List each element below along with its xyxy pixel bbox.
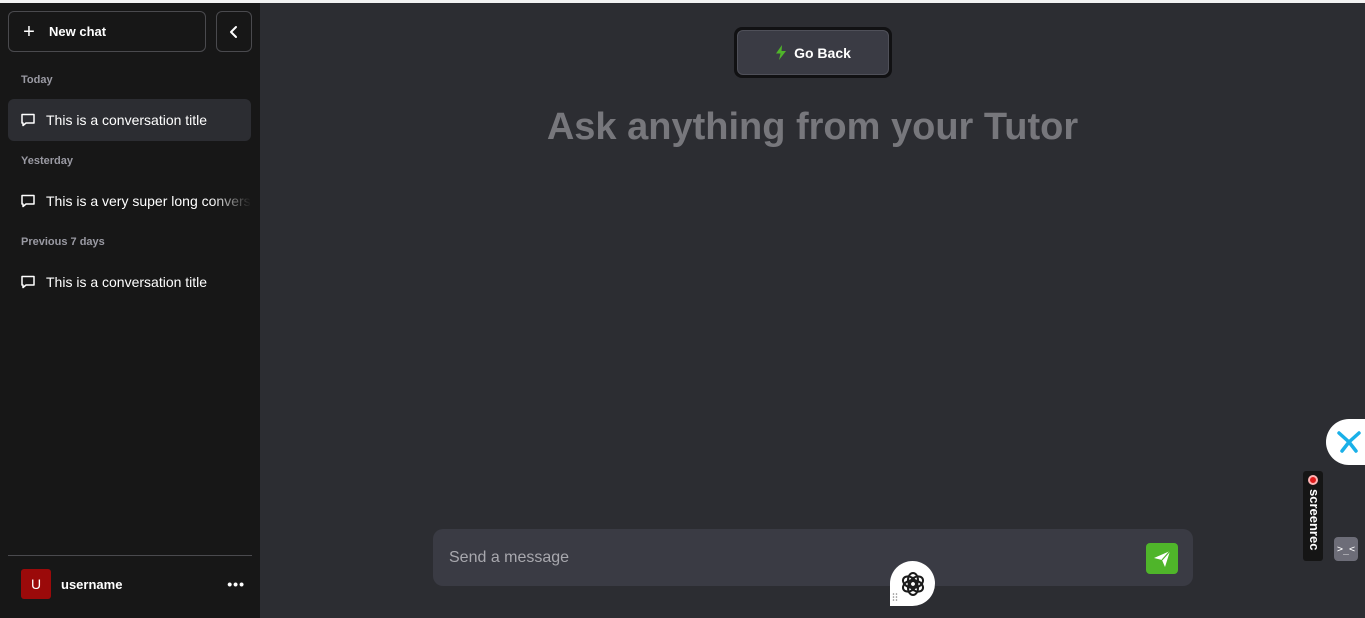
drag-handle-icon[interactable] — [892, 593, 898, 601]
go-back-container: Go Back — [734, 27, 892, 78]
message-composer — [433, 529, 1193, 586]
section-label-previous-7-days: Previous 7 days — [21, 236, 105, 248]
chat-bubble-icon — [21, 194, 35, 208]
conversation-item[interactable]: This is a conversation title — [8, 99, 251, 141]
record-dot-icon — [1308, 475, 1318, 485]
conversation-item[interactable]: This is a conversation title — [8, 261, 251, 303]
sidebar-divider — [8, 555, 252, 556]
collapse-sidebar-button[interactable] — [216, 11, 252, 52]
text-fade-overlay — [211, 180, 251, 222]
screenrec-widget[interactable]: screenrec — [1303, 471, 1323, 561]
new-chat-label: New chat — [49, 24, 107, 39]
avatar: U — [21, 569, 51, 599]
face-icon[interactable]: >_< — [1334, 537, 1358, 561]
screenrec-label: screenrec — [1307, 489, 1322, 551]
chevron-left-icon — [230, 25, 237, 38]
sidebar: + New chat Today This is a conversation … — [0, 3, 260, 618]
send-button[interactable] — [1146, 543, 1178, 574]
more-options-button[interactable]: ••• — [227, 576, 245, 592]
chat-bubble-icon — [21, 113, 35, 127]
conversation-title: This is a conversation title — [46, 112, 208, 128]
butterfly-icon — [1336, 431, 1361, 453]
page-heading: Ask anything from your Tutor — [546, 106, 1079, 148]
username-label: username — [61, 576, 123, 592]
openai-logo-icon — [901, 571, 924, 596]
conversation-item[interactable]: This is a very super long conversation t… — [8, 180, 251, 222]
extension-widget-button[interactable] — [1326, 419, 1365, 465]
go-back-button[interactable]: Go Back — [737, 30, 889, 75]
send-icon — [1154, 550, 1171, 567]
conversation-title: This is a conversation title — [46, 274, 208, 290]
lightning-bolt-icon — [776, 45, 787, 60]
go-back-label: Go Back — [794, 44, 851, 61]
chat-bubble-icon — [21, 275, 35, 289]
user-profile[interactable]: U username ••• — [21, 569, 245, 599]
section-label-today: Today — [21, 74, 53, 86]
plus-icon: + — [23, 20, 35, 43]
section-label-yesterday: Yesterday — [21, 155, 73, 167]
new-chat-button[interactable]: + New chat — [8, 11, 206, 52]
message-input[interactable] — [449, 529, 1129, 586]
